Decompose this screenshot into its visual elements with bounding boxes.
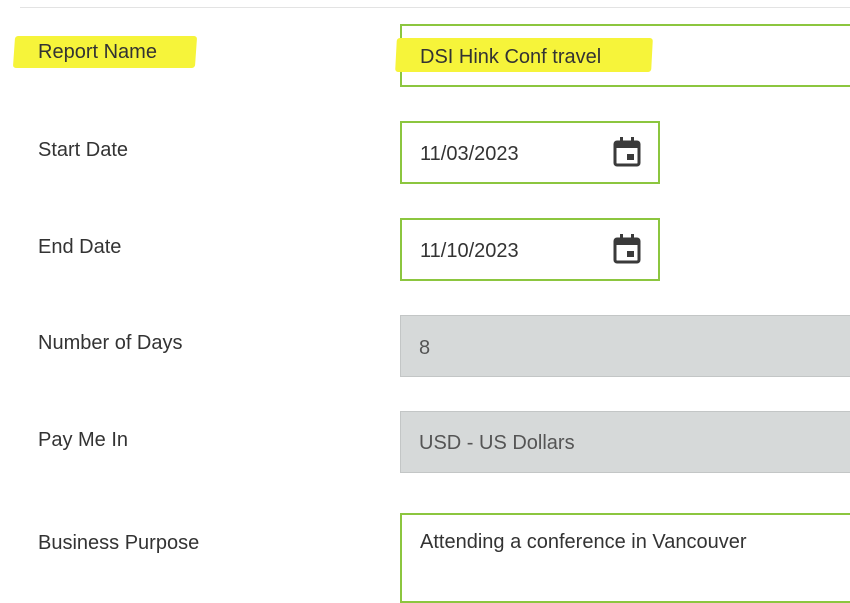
number-of-days-value: 8: [419, 337, 431, 359]
end-date-value: 11/10/2023: [420, 240, 519, 262]
calendar-icon[interactable]: [612, 232, 642, 264]
pay-me-in-field: USD - US Dollars: [400, 411, 850, 473]
start-date-value: 11/03/2023: [420, 143, 519, 165]
start-date-label: Start Date: [38, 139, 129, 161]
end-date-label: End Date: [38, 236, 122, 258]
business-purpose-value: Attending a conference in Vancouver: [420, 531, 747, 553]
top-divider: [20, 7, 850, 8]
report-name-value: DSI Hink Conf travel: [420, 46, 602, 68]
pay-me-in-value: USD - US Dollars: [419, 432, 575, 454]
calendar-icon[interactable]: [612, 135, 642, 167]
number-of-days-label: Number of Days: [38, 332, 183, 354]
pay-me-in-label: Pay Me In: [38, 429, 129, 451]
report-name-label: Report Name: [38, 41, 157, 63]
business-purpose-textarea[interactable]: Attending a conference in Vancouver: [400, 513, 850, 603]
start-date-input[interactable]: 11/03/2023: [400, 121, 660, 184]
number-of-days-field: 8: [400, 315, 850, 377]
end-date-input[interactable]: 11/10/2023: [400, 218, 660, 281]
report-name-input[interactable]: DSI Hink Conf travel: [395, 24, 850, 87]
business-purpose-label: Business Purpose: [38, 532, 200, 554]
